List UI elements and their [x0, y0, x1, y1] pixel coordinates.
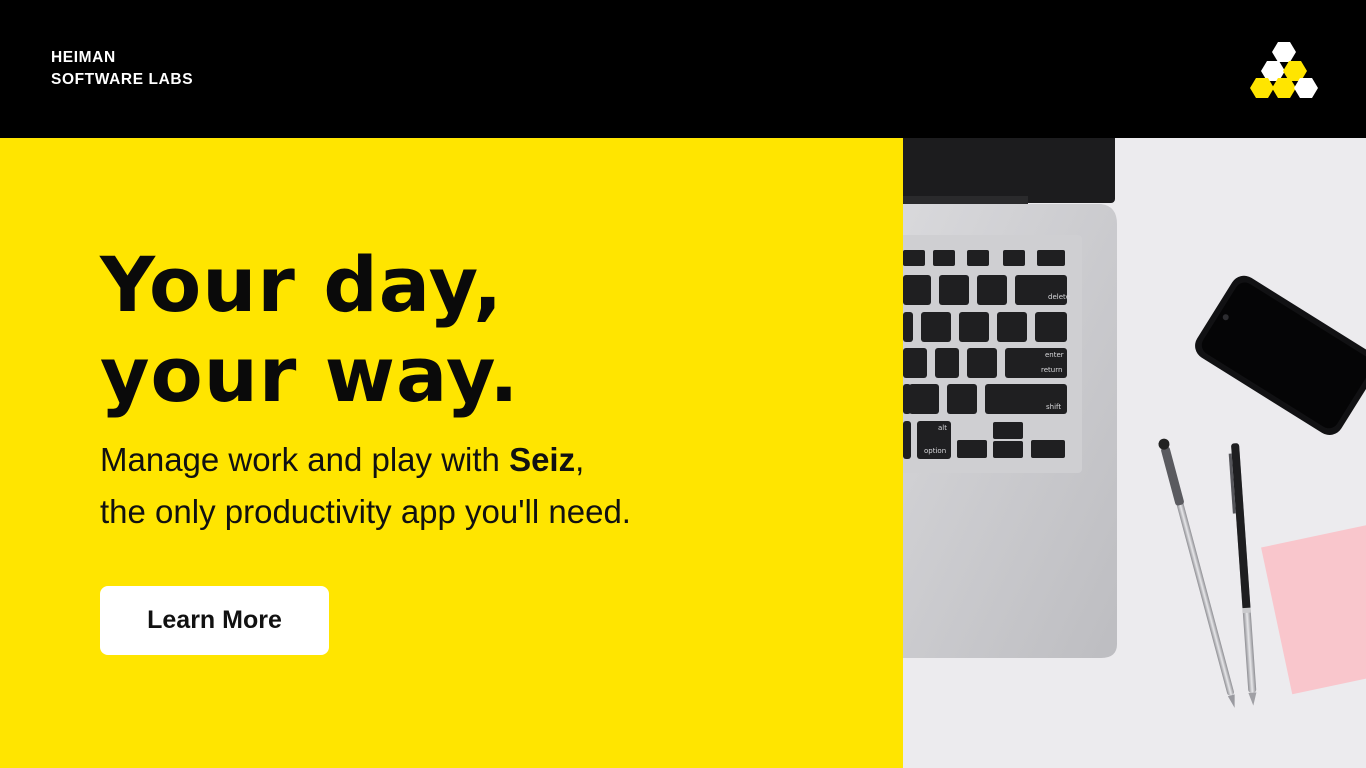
desk-photo: delete return shift option alt enter — [903, 138, 1366, 768]
key-alt: alt — [938, 424, 947, 432]
key-return: return — [1041, 366, 1062, 374]
product-name: Seiz — [509, 441, 576, 478]
laptop-lid — [903, 138, 1115, 203]
top-bar: HEIMAN SOFTWARE LABS — [0, 0, 1366, 138]
headline-line-1: Your day, — [100, 240, 504, 329]
key-delete: delete — [1048, 293, 1070, 301]
key-option: option — [924, 447, 946, 455]
brand-line-2: SOFTWARE LABS — [51, 71, 194, 88]
key-enter: enter — [1045, 351, 1064, 359]
hexagon-cluster-logo-icon[interactable] — [1250, 40, 1318, 98]
brand-name[interactable]: HEIMAN SOFTWARE LABS — [51, 47, 193, 91]
hero-panel: Your day, your way. Manage work and play… — [0, 138, 903, 768]
headline-line-2: your way. — [100, 330, 520, 419]
subcopy: Manage work and play with Seiz, the only… — [100, 434, 631, 538]
laptop-phone-pens-illustration: delete return shift option alt enter — [903, 138, 1366, 768]
subcopy-line-2: the only productivity app you'll need. — [100, 493, 631, 530]
headline: Your day, your way. — [100, 240, 519, 420]
subcopy-text: Manage work and play with — [100, 441, 510, 478]
subcopy-comma: , — [575, 441, 585, 478]
learn-more-button[interactable]: Learn More — [100, 586, 329, 655]
brand-line-1: HEIMAN — [51, 49, 116, 66]
key-shift: shift — [1046, 403, 1061, 411]
